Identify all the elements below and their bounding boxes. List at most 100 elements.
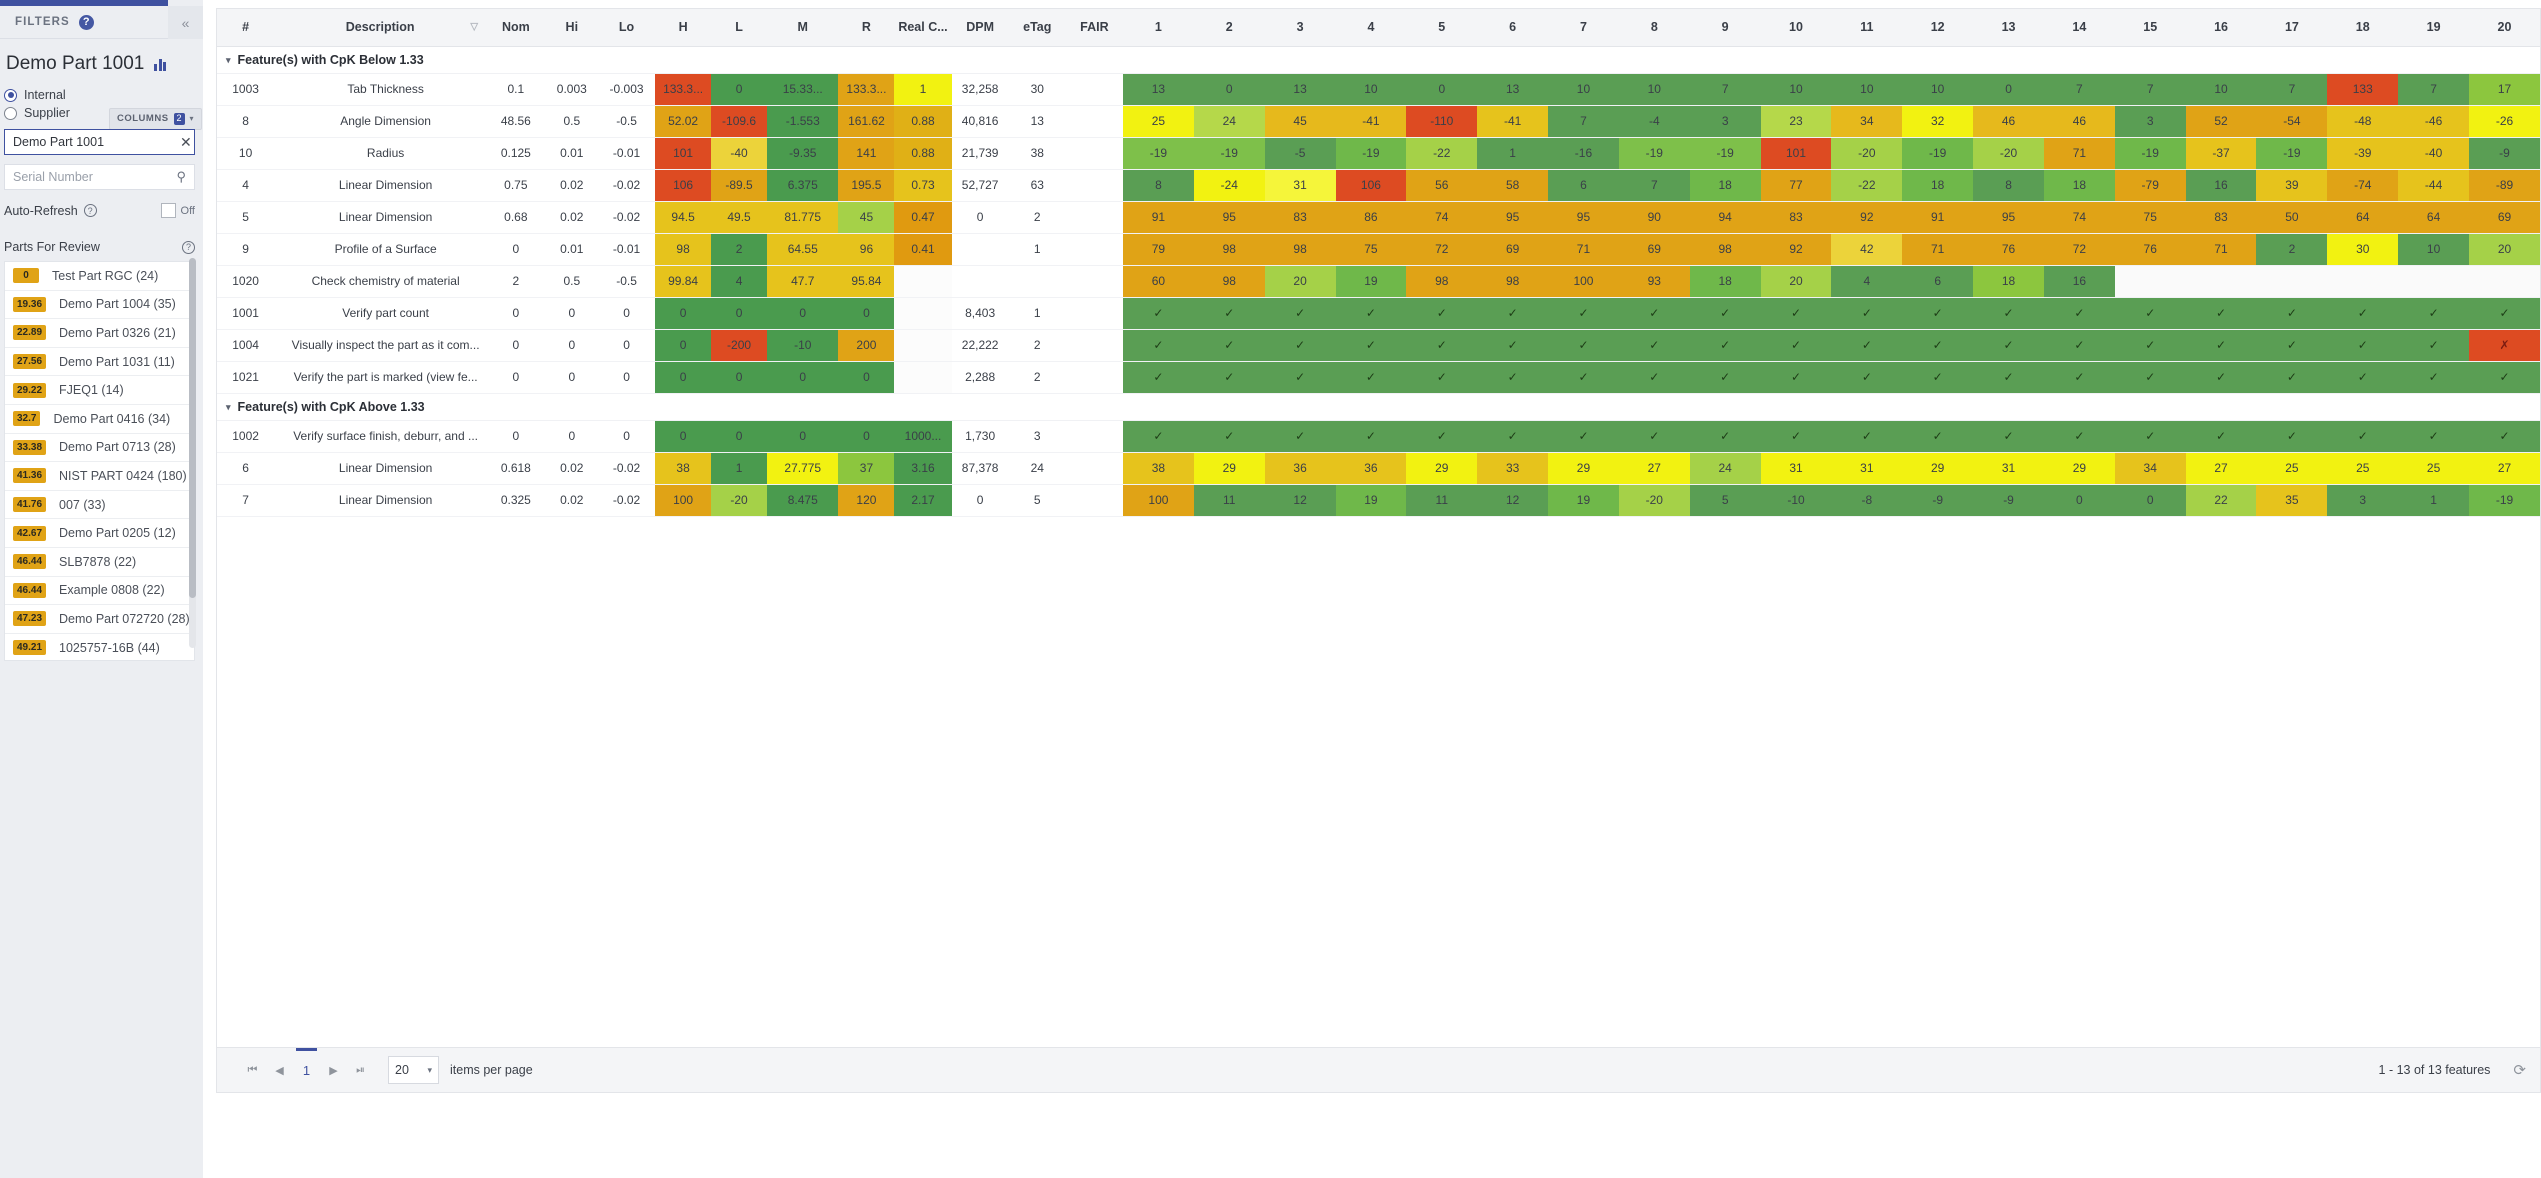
column-header-fair[interactable]: FAIR (1066, 9, 1123, 46)
cell-hi-tolerance: 0.5 (546, 105, 598, 137)
table-row[interactable]: 1003Tab Thickness0.10.003-0.003133.3...0… (217, 73, 2540, 105)
filter-funnel-icon[interactable]: ▽ (470, 22, 478, 33)
column-header-description[interactable]: Description▽ (274, 9, 486, 46)
column-header-serial-17[interactable]: 17 (2256, 9, 2327, 46)
list-item[interactable]: 47.23Demo Part 072720 (28) (5, 605, 194, 634)
auto-refresh-toggle[interactable] (161, 203, 176, 218)
column-header-serial-14[interactable]: 14 (2044, 9, 2115, 46)
list-item[interactable]: 22.89Demo Part 0326 (21) (5, 319, 194, 348)
close-icon[interactable]: ✕ (174, 134, 192, 151)
column-header-serial-16[interactable]: 16 (2186, 9, 2257, 46)
group-header-row[interactable]: ▾Feature(s) with CpK Below 1.33 (217, 46, 2540, 73)
scrollbar-thumb[interactable] (189, 258, 196, 598)
chevron-down-icon[interactable]: ▾ (226, 55, 231, 66)
column-header-serial-3[interactable]: 3 (1265, 9, 1336, 46)
table-row[interactable]: 5Linear Dimension0.680.02-0.0294.549.581… (217, 201, 2540, 233)
cell-serial-20: 20 (2469, 233, 2540, 265)
column-header-dpm[interactable]: DPM (952, 9, 1009, 46)
parts-list-scrollbar[interactable] (189, 258, 196, 648)
previous-page-icon[interactable]: ◀ (266, 1057, 293, 1084)
refresh-icon[interactable]: ⟳ (2513, 1061, 2526, 1079)
items-per-page-select[interactable]: 20 ▾ (388, 1056, 439, 1084)
column-header-h[interactable]: H (655, 9, 711, 46)
column-header-m[interactable]: M (767, 9, 838, 46)
column-header-serial-19[interactable]: 19 (2398, 9, 2469, 46)
question-mark-icon[interactable]: ? (84, 204, 97, 217)
table-row[interactable]: 1004Visually inspect the part as it com.… (217, 329, 2540, 361)
radio-internal[interactable]: Internal (4, 87, 203, 103)
items-per-page-label: items per page (450, 1063, 533, 1077)
list-item[interactable]: 33.38Demo Part 0713 (28) (5, 434, 194, 463)
part-search-input[interactable] (13, 135, 174, 149)
chevron-down-icon[interactable]: ▾ (226, 402, 231, 413)
list-item[interactable]: 32.7Demo Part 0416 (34) (5, 405, 194, 434)
table-row[interactable]: 9Profile of a Surface00.01-0.0198264.559… (217, 233, 2540, 265)
column-header-lo[interactable]: Lo (598, 9, 655, 46)
list-item[interactable]: 29.22FJEQ1 (14) (5, 376, 194, 405)
last-page-icon[interactable]: ⏯ (347, 1057, 374, 1084)
column-header-serial-13[interactable]: 13 (1973, 9, 2044, 46)
question-mark-icon[interactable]: ? (79, 15, 94, 30)
cell-dpm (952, 265, 1009, 297)
list-item[interactable]: 41.36NIST PART 0424 (180) (5, 462, 194, 491)
column-header-serial-12[interactable]: 12 (1902, 9, 1973, 46)
list-item[interactable]: 0Test Part RGC (24) (5, 262, 194, 291)
cell-serial-12: 71 (1902, 233, 1973, 265)
list-item[interactable]: 27.56Demo Part 1031 (11) (5, 348, 194, 377)
parts-for-review-list[interactable]: 0Test Part RGC (24)19.36Demo Part 1004 (… (4, 261, 195, 661)
part-search-box[interactable]: ✕ (4, 129, 195, 155)
column-header-r[interactable]: R (838, 9, 894, 46)
first-page-icon[interactable]: ⏮ (239, 1057, 266, 1084)
list-item[interactable]: 46.44SLB7878 (22) (5, 548, 194, 577)
table-row[interactable]: 1001Verify part count00000008,4031✓✓✓✓✓✓… (217, 297, 2540, 329)
serial-number-input[interactable] (13, 170, 176, 184)
column-header-serial-11[interactable]: 11 (1831, 9, 1902, 46)
group-header-row[interactable]: ▾Feature(s) with CpK Above 1.33 (217, 393, 2540, 420)
column-header-etag[interactable]: eTag (1009, 9, 1066, 46)
column-header-serial-8[interactable]: 8 (1619, 9, 1690, 46)
column-header-hi[interactable]: Hi (546, 9, 598, 46)
column-header-serial-15[interactable]: 15 (2115, 9, 2186, 46)
cell-m: 8.475 (767, 484, 838, 516)
table-row[interactable]: 6Linear Dimension0.6180.02-0.0238127.775… (217, 452, 2540, 484)
table-row[interactable]: 8Angle Dimension48.560.5-0.552.02-109.6-… (217, 105, 2540, 137)
column-header-serial-20[interactable]: 20 (2469, 9, 2540, 46)
column-header-serial-4[interactable]: 4 (1336, 9, 1407, 46)
column-header-serial-6[interactable]: 6 (1477, 9, 1548, 46)
cell-nominal: 2 (486, 265, 546, 297)
serial-search-box[interactable]: ⚲ (4, 164, 195, 190)
column-header-l[interactable]: L (711, 9, 767, 46)
column-header-serial-5[interactable]: 5 (1406, 9, 1477, 46)
column-header-real-c[interactable]: Real C... (894, 9, 951, 46)
list-item[interactable]: 19.36Demo Part 1004 (35) (5, 291, 194, 320)
column-header-serial-2[interactable]: 2 (1194, 9, 1265, 46)
column-header-serial-10[interactable]: 10 (1761, 9, 1832, 46)
list-item[interactable]: 46.44Example 0808 (22) (5, 577, 194, 606)
column-header-serial-9[interactable]: 9 (1690, 9, 1761, 46)
next-page-icon[interactable]: ▶ (320, 1057, 347, 1084)
search-icon[interactable]: ⚲ (176, 169, 186, 185)
column-header-nom[interactable]: Nom (486, 9, 546, 46)
check-icon: ✓ (1437, 429, 1447, 443)
bar-chart-icon[interactable] (154, 58, 166, 71)
columns-button[interactable]: COLUMNS 2 ▾ (109, 108, 202, 130)
column-header-serial-1[interactable]: 1 (1123, 9, 1194, 46)
chevron-double-left-icon[interactable]: « (168, 6, 203, 39)
auto-refresh-toggle-group[interactable]: Off (161, 203, 195, 218)
question-mark-icon[interactable]: ? (182, 241, 195, 254)
page-number-1[interactable]: 1 (293, 1057, 320, 1084)
list-item[interactable]: 41.76007 (33) (5, 491, 194, 520)
list-item[interactable]: 42.67Demo Part 0205 (12) (5, 519, 194, 548)
table-row[interactable]: 1002Verify surface finish, deburr, and .… (217, 420, 2540, 452)
table-row[interactable]: 1020Check chemistry of material20.5-0.59… (217, 265, 2540, 297)
cell-h: 101 (655, 137, 711, 169)
column-header-serial-7[interactable]: 7 (1548, 9, 1619, 46)
table-row[interactable]: 1021Verify the part is marked (view fe..… (217, 361, 2540, 393)
column-header-[interactable]: # (217, 9, 274, 46)
table-row[interactable]: 4Linear Dimension0.750.02-0.02106-89.56.… (217, 169, 2540, 201)
table-row[interactable]: 7Linear Dimension0.3250.02-0.02100-208.4… (217, 484, 2540, 516)
table-row[interactable]: 10Radius0.1250.01-0.01101-40-9.351410.88… (217, 137, 2540, 169)
column-header-serial-18[interactable]: 18 (2327, 9, 2398, 46)
cell-lo-tolerance: 0 (598, 361, 655, 393)
list-item[interactable]: 49.211025757-16B (44) (5, 634, 194, 661)
